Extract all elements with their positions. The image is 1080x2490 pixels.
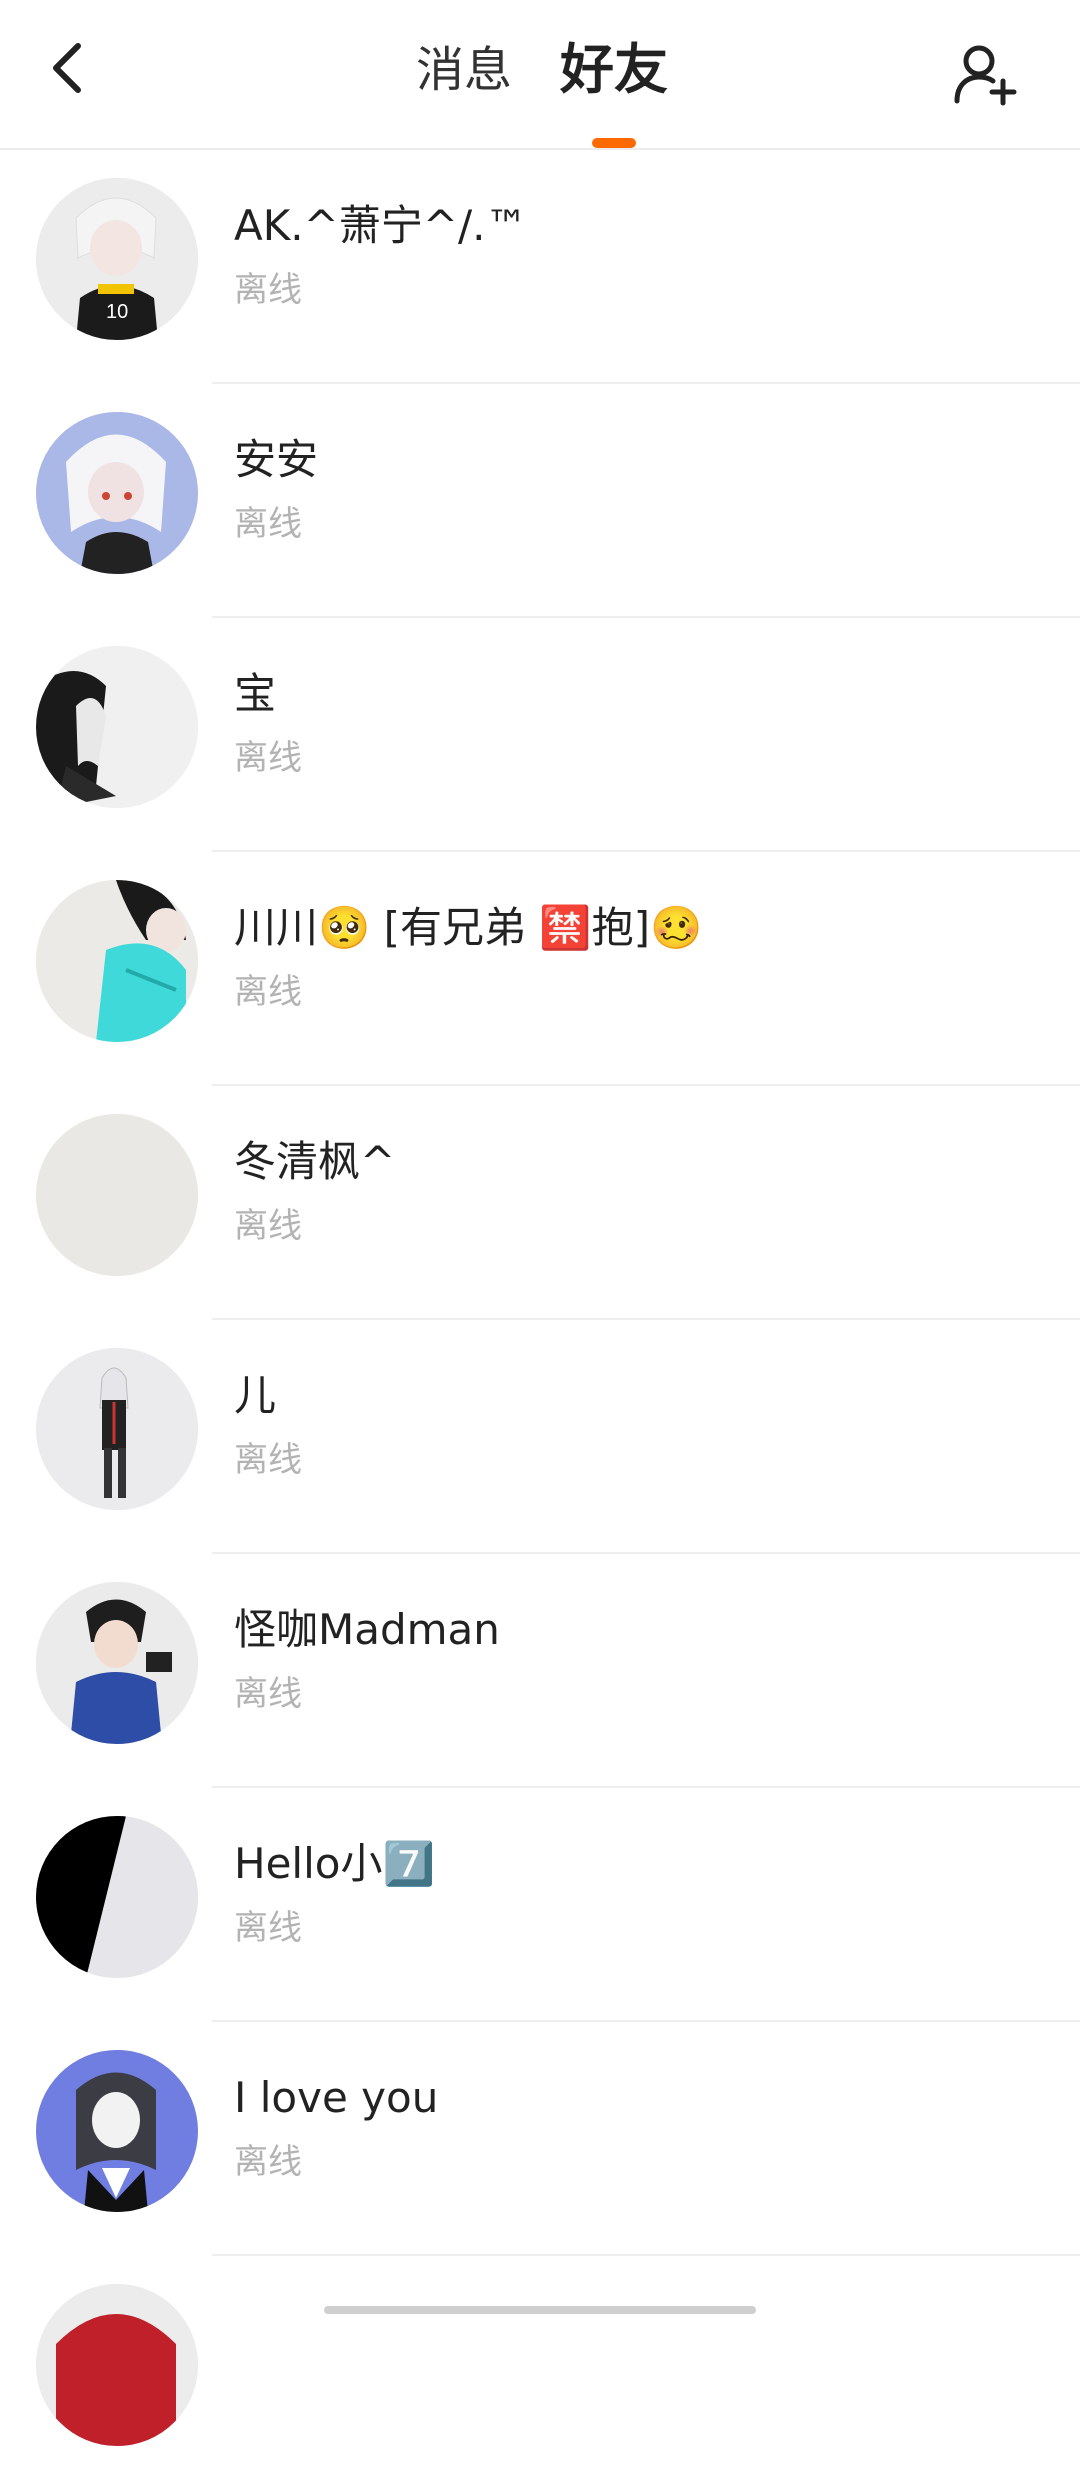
avatar[interactable] (36, 1348, 198, 1510)
friend-list-item[interactable]: 冬清枫^ 离线 (0, 1086, 1080, 1320)
tab-friends[interactable]: 好友 (560, 40, 668, 100)
friend-list-item-partial[interactable] (0, 2256, 1080, 2490)
friend-name: 川川🥺 [有兄弟 🈲抱]🥴 (234, 903, 703, 952)
avatar[interactable] (36, 1582, 198, 1744)
friend-list-item[interactable]: Hello小7️⃣ 离线 (0, 1788, 1080, 2022)
avatar[interactable] (36, 412, 198, 574)
chevron-left-icon (53, 43, 81, 93)
friend-status: 离线 (234, 2142, 302, 2182)
top-navigation-bar: 消息 好友 (0, 0, 1080, 150)
friend-name: 冬清枫^ (234, 1137, 396, 1186)
friend-name: I love you (234, 2073, 439, 2122)
back-button[interactable] (38, 38, 98, 98)
friend-status: 离线 (234, 1206, 302, 1246)
friend-name: Hello小7️⃣ (234, 1839, 435, 1888)
avatar[interactable] (36, 1114, 198, 1276)
avatar[interactable] (36, 2284, 198, 2446)
friend-status: 离线 (234, 1674, 302, 1714)
scroll-indicator[interactable] (324, 2306, 756, 2314)
avatar[interactable] (36, 646, 198, 808)
friend-status: 离线 (234, 1908, 302, 1948)
friend-list-item[interactable]: I love you 离线 (0, 2022, 1080, 2256)
add-friend-button[interactable] (948, 38, 1020, 110)
friend-name: 宝 (234, 669, 277, 718)
avatar[interactable] (36, 1816, 198, 1978)
friend-status: 离线 (234, 504, 302, 544)
add-user-icon (954, 45, 1017, 106)
friend-status: 离线 (234, 1440, 302, 1480)
friend-name: 儿 (234, 1371, 277, 1420)
friend-list-item[interactable]: 怪咖Madman 离线 (0, 1554, 1080, 1788)
tab-messages[interactable]: 消息 (416, 40, 512, 100)
active-tab-indicator (592, 138, 636, 148)
avatar[interactable]: 10 (36, 178, 198, 340)
friend-list-item[interactable]: 川川🥺 [有兄弟 🈲抱]🥴 离线 (0, 852, 1080, 1086)
friend-name: AK.^萧宁^/.™ (234, 201, 528, 250)
friend-list-item[interactable]: 10 AK.^萧宁^/.™ 离线 (0, 150, 1080, 384)
friend-name: 怪咖Madman (234, 1605, 500, 1654)
friend-list-item[interactable]: 宝 离线 (0, 618, 1080, 852)
avatar[interactable] (36, 880, 198, 1042)
friend-status: 离线 (234, 738, 302, 778)
friend-list-item[interactable]: 儿 离线 (0, 1320, 1080, 1554)
svg-text:10: 10 (106, 301, 128, 323)
friend-status: 离线 (234, 972, 302, 1012)
friend-list-item[interactable]: 安安 离线 (0, 384, 1080, 618)
avatar[interactable] (36, 2050, 198, 2212)
friend-list: 10 AK.^萧宁^/.™ 离线 安安 离线 宝 离线 川川🥺 [有兄弟 🈲抱]… (0, 150, 1080, 2490)
friend-status: 离线 (234, 270, 302, 310)
friend-name: 安安 (234, 435, 319, 484)
